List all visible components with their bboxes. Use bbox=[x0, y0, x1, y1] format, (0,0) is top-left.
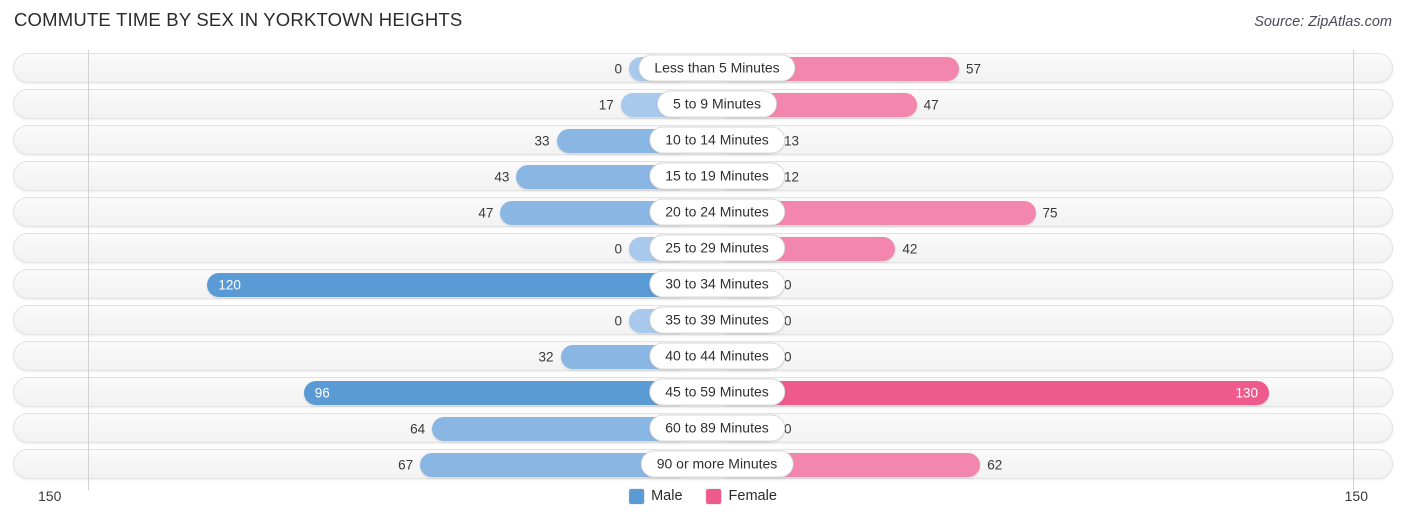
row-category-label: 35 to 39 Minutes bbox=[649, 306, 785, 334]
axis-line-left bbox=[88, 50, 89, 490]
bar-value-female: 42 bbox=[902, 241, 918, 257]
chart-legend: Male Female bbox=[629, 488, 777, 504]
row-category-label: 60 to 89 Minutes bbox=[649, 414, 785, 442]
chart-row: 43 12 15 to 19 Minutes bbox=[13, 161, 1393, 191]
chart-row: 96 130 45 to 59 Minutes bbox=[13, 377, 1393, 407]
bar-value-male: 67 bbox=[398, 457, 414, 473]
row-category-label: 45 to 59 Minutes bbox=[649, 378, 785, 406]
row-category-label: 20 to 24 Minutes bbox=[649, 198, 785, 226]
legend-swatch-icon bbox=[706, 488, 722, 504]
bar-male[interactable]: 120 bbox=[207, 273, 689, 297]
row-category-label: 15 to 19 Minutes bbox=[649, 162, 785, 190]
bar-value-female: 13 bbox=[784, 133, 800, 149]
bar-value-female: 130 bbox=[1235, 385, 1259, 401]
bar-male[interactable]: 96 bbox=[303, 381, 689, 405]
bar-value-male: 33 bbox=[534, 133, 550, 149]
bar-value-female: 62 bbox=[987, 457, 1003, 473]
chart-row: 17 47 5 to 9 Minutes bbox=[13, 89, 1393, 119]
chart-footer: 150 150 Male Female bbox=[0, 484, 1406, 523]
legend-label: Female bbox=[728, 488, 777, 504]
bar-value-male: 0 bbox=[614, 313, 622, 329]
axis-tick-left: 150 bbox=[38, 488, 62, 504]
chart-row: 0 42 25 to 29 Minutes bbox=[13, 233, 1393, 263]
bar-value-male: 47 bbox=[478, 205, 494, 221]
chart-row: 0 0 35 to 39 Minutes bbox=[13, 305, 1393, 335]
axis-line-right bbox=[1353, 50, 1354, 490]
chart-row: 120 0 30 to 34 Minutes bbox=[13, 269, 1393, 299]
chart-plot-area: 0 57 Less than 5 Minutes 17 47 5 to 9 Minutes… bbox=[0, 50, 1406, 490]
bar-female[interactable]: 130 bbox=[717, 381, 1270, 405]
bar-value-female: 12 bbox=[784, 169, 800, 185]
chart-row: 0 57 Less than 5 Minutes bbox=[13, 53, 1393, 83]
legend-item-male[interactable]: Male bbox=[629, 488, 683, 504]
bar-value-female: 0 bbox=[784, 421, 792, 437]
bar-value-male: 32 bbox=[538, 349, 554, 365]
row-category-label: 5 to 9 Minutes bbox=[657, 90, 777, 118]
bar-value-male: 96 bbox=[314, 385, 330, 401]
legend-label: Male bbox=[651, 488, 683, 504]
chart-row: 67 62 90 or more Minutes bbox=[13, 449, 1393, 479]
bar-value-female: 0 bbox=[784, 313, 792, 329]
row-category-label: Less than 5 Minutes bbox=[638, 54, 796, 82]
bar-value-female: 0 bbox=[784, 277, 792, 293]
source-attribution: Source: ZipAtlas.com bbox=[1254, 14, 1392, 30]
bar-value-male: 64 bbox=[410, 421, 426, 437]
bar-value-male: 0 bbox=[614, 241, 622, 257]
row-category-label: 40 to 44 Minutes bbox=[649, 342, 785, 370]
axis-tick-right: 150 bbox=[1344, 488, 1368, 504]
row-category-label: 25 to 29 Minutes bbox=[649, 234, 785, 262]
bar-value-female: 47 bbox=[923, 97, 939, 113]
page-title: COMMUTE TIME BY SEX IN YORKTOWN HEIGHTS bbox=[14, 9, 463, 30]
legend-item-female[interactable]: Female bbox=[706, 488, 777, 504]
chart-row: 32 0 40 to 44 Minutes bbox=[13, 341, 1393, 371]
chart-rows: 0 57 Less than 5 Minutes 17 47 5 to 9 Minutes… bbox=[0, 50, 1406, 484]
row-category-label: 10 to 14 Minutes bbox=[649, 126, 785, 154]
chart-row: 64 0 60 to 89 Minutes bbox=[13, 413, 1393, 443]
bar-value-male: 43 bbox=[494, 169, 510, 185]
chart-row: 47 75 20 to 24 Minutes bbox=[13, 197, 1393, 227]
chart-row: 33 13 10 to 14 Minutes bbox=[13, 125, 1393, 155]
legend-swatch-icon bbox=[629, 488, 645, 504]
chart-page: COMMUTE TIME BY SEX IN YORKTOWN HEIGHTS … bbox=[0, 0, 1406, 523]
row-category-label: 30 to 34 Minutes bbox=[649, 270, 785, 298]
bar-value-male: 0 bbox=[614, 61, 622, 77]
bar-value-male: 120 bbox=[218, 277, 241, 293]
row-category-label: 90 or more Minutes bbox=[640, 450, 794, 478]
bar-value-female: 75 bbox=[1042, 205, 1058, 221]
bar-value-male: 17 bbox=[598, 97, 614, 113]
bar-value-female: 57 bbox=[966, 61, 982, 77]
bar-value-female: 0 bbox=[784, 349, 792, 365]
